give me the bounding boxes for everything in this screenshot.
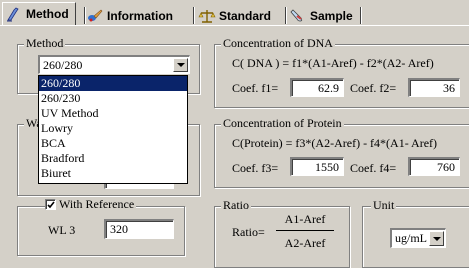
protein-formula: C(Protein) = f3*(A2-Aref) - f4*(A1- Aref… — [232, 136, 438, 150]
protein-group: Concentration of Protein — [214, 116, 469, 188]
tab-standard[interactable]: Standard — [198, 6, 271, 25]
method-legend: Method — [24, 36, 66, 51]
ratio-denominator: A2-Aref — [284, 236, 326, 250]
unit-legend: Unit — [371, 198, 397, 213]
protein-legend: Concentration of Protein — [221, 116, 344, 131]
paint-icon — [86, 8, 104, 24]
dna-formula: C( DNA ) = f1*(A1-Aref) - f2*(A2- Aref) — [232, 56, 434, 70]
fraction-bar — [276, 230, 334, 231]
tab-method[interactable]: Method — [2, 2, 76, 25]
tab-information-label: Information — [107, 8, 173, 23]
dna-group: Concentration of DNA — [214, 36, 469, 108]
chevron-down-icon[interactable] — [429, 231, 444, 246]
unit-selected-value: ug/mL — [395, 231, 427, 245]
unit-select[interactable]: ug/mL — [390, 228, 446, 248]
method-select[interactable]: 260/280 — [38, 55, 190, 74]
f2-label: Coef. f2= — [350, 81, 397, 95]
dna-legend: Concentration of DNA — [221, 36, 335, 51]
tab-sample-label: Sample — [310, 8, 353, 23]
f2-field[interactable]: 36 — [408, 78, 460, 97]
method-option[interactable]: 260/230 — [39, 91, 187, 106]
method-dropdown-list[interactable]: 260/280 260/230 UV Method Lowry BCA Brad… — [38, 75, 188, 184]
tab-method-label: Method — [26, 7, 69, 21]
ratio-label: Ratio= — [232, 225, 265, 239]
flask-icon — [5, 6, 23, 22]
ratio-numerator: A1-Aref — [284, 212, 326, 226]
f3-field[interactable]: 1550 — [290, 157, 344, 176]
chevron-down-icon[interactable] — [173, 58, 188, 72]
f4-label: Coef. f4= — [350, 161, 397, 175]
method-option[interactable]: Biuret — [39, 166, 187, 181]
method-option[interactable]: Bradford — [39, 151, 187, 166]
with-reference-checkbox[interactable] — [45, 199, 56, 210]
f1-field[interactable]: 62.9 — [290, 78, 344, 97]
ratio-fraction: A1-Aref A2-Aref — [276, 212, 334, 251]
method-option[interactable]: Lowry — [39, 121, 187, 136]
tab-sample[interactable]: Sample — [289, 6, 353, 25]
wl3-field[interactable]: 320 — [104, 219, 174, 239]
method-selected-value: 260/280 — [43, 58, 83, 72]
ratio-legend: Ratio — [221, 198, 251, 213]
method-option[interactable]: 260/280 — [39, 76, 187, 91]
tab-standard-label: Standard — [219, 8, 272, 23]
tab-information[interactable]: Information — [86, 6, 173, 25]
with-reference-label: With Reference — [56, 197, 137, 212]
method-option[interactable]: BCA — [39, 136, 187, 151]
f1-label: Coef. f1= — [232, 81, 279, 95]
f3-label: Coef. f3= — [232, 161, 279, 175]
tab-bar: Method Information Standard Sample — [0, 0, 469, 27]
tube-icon — [289, 8, 307, 24]
f4-field[interactable]: 760 — [408, 157, 460, 176]
method-option[interactable]: UV Method — [39, 106, 187, 121]
balance-icon — [198, 8, 216, 24]
wl3-label: WL 3 — [48, 223, 76, 237]
